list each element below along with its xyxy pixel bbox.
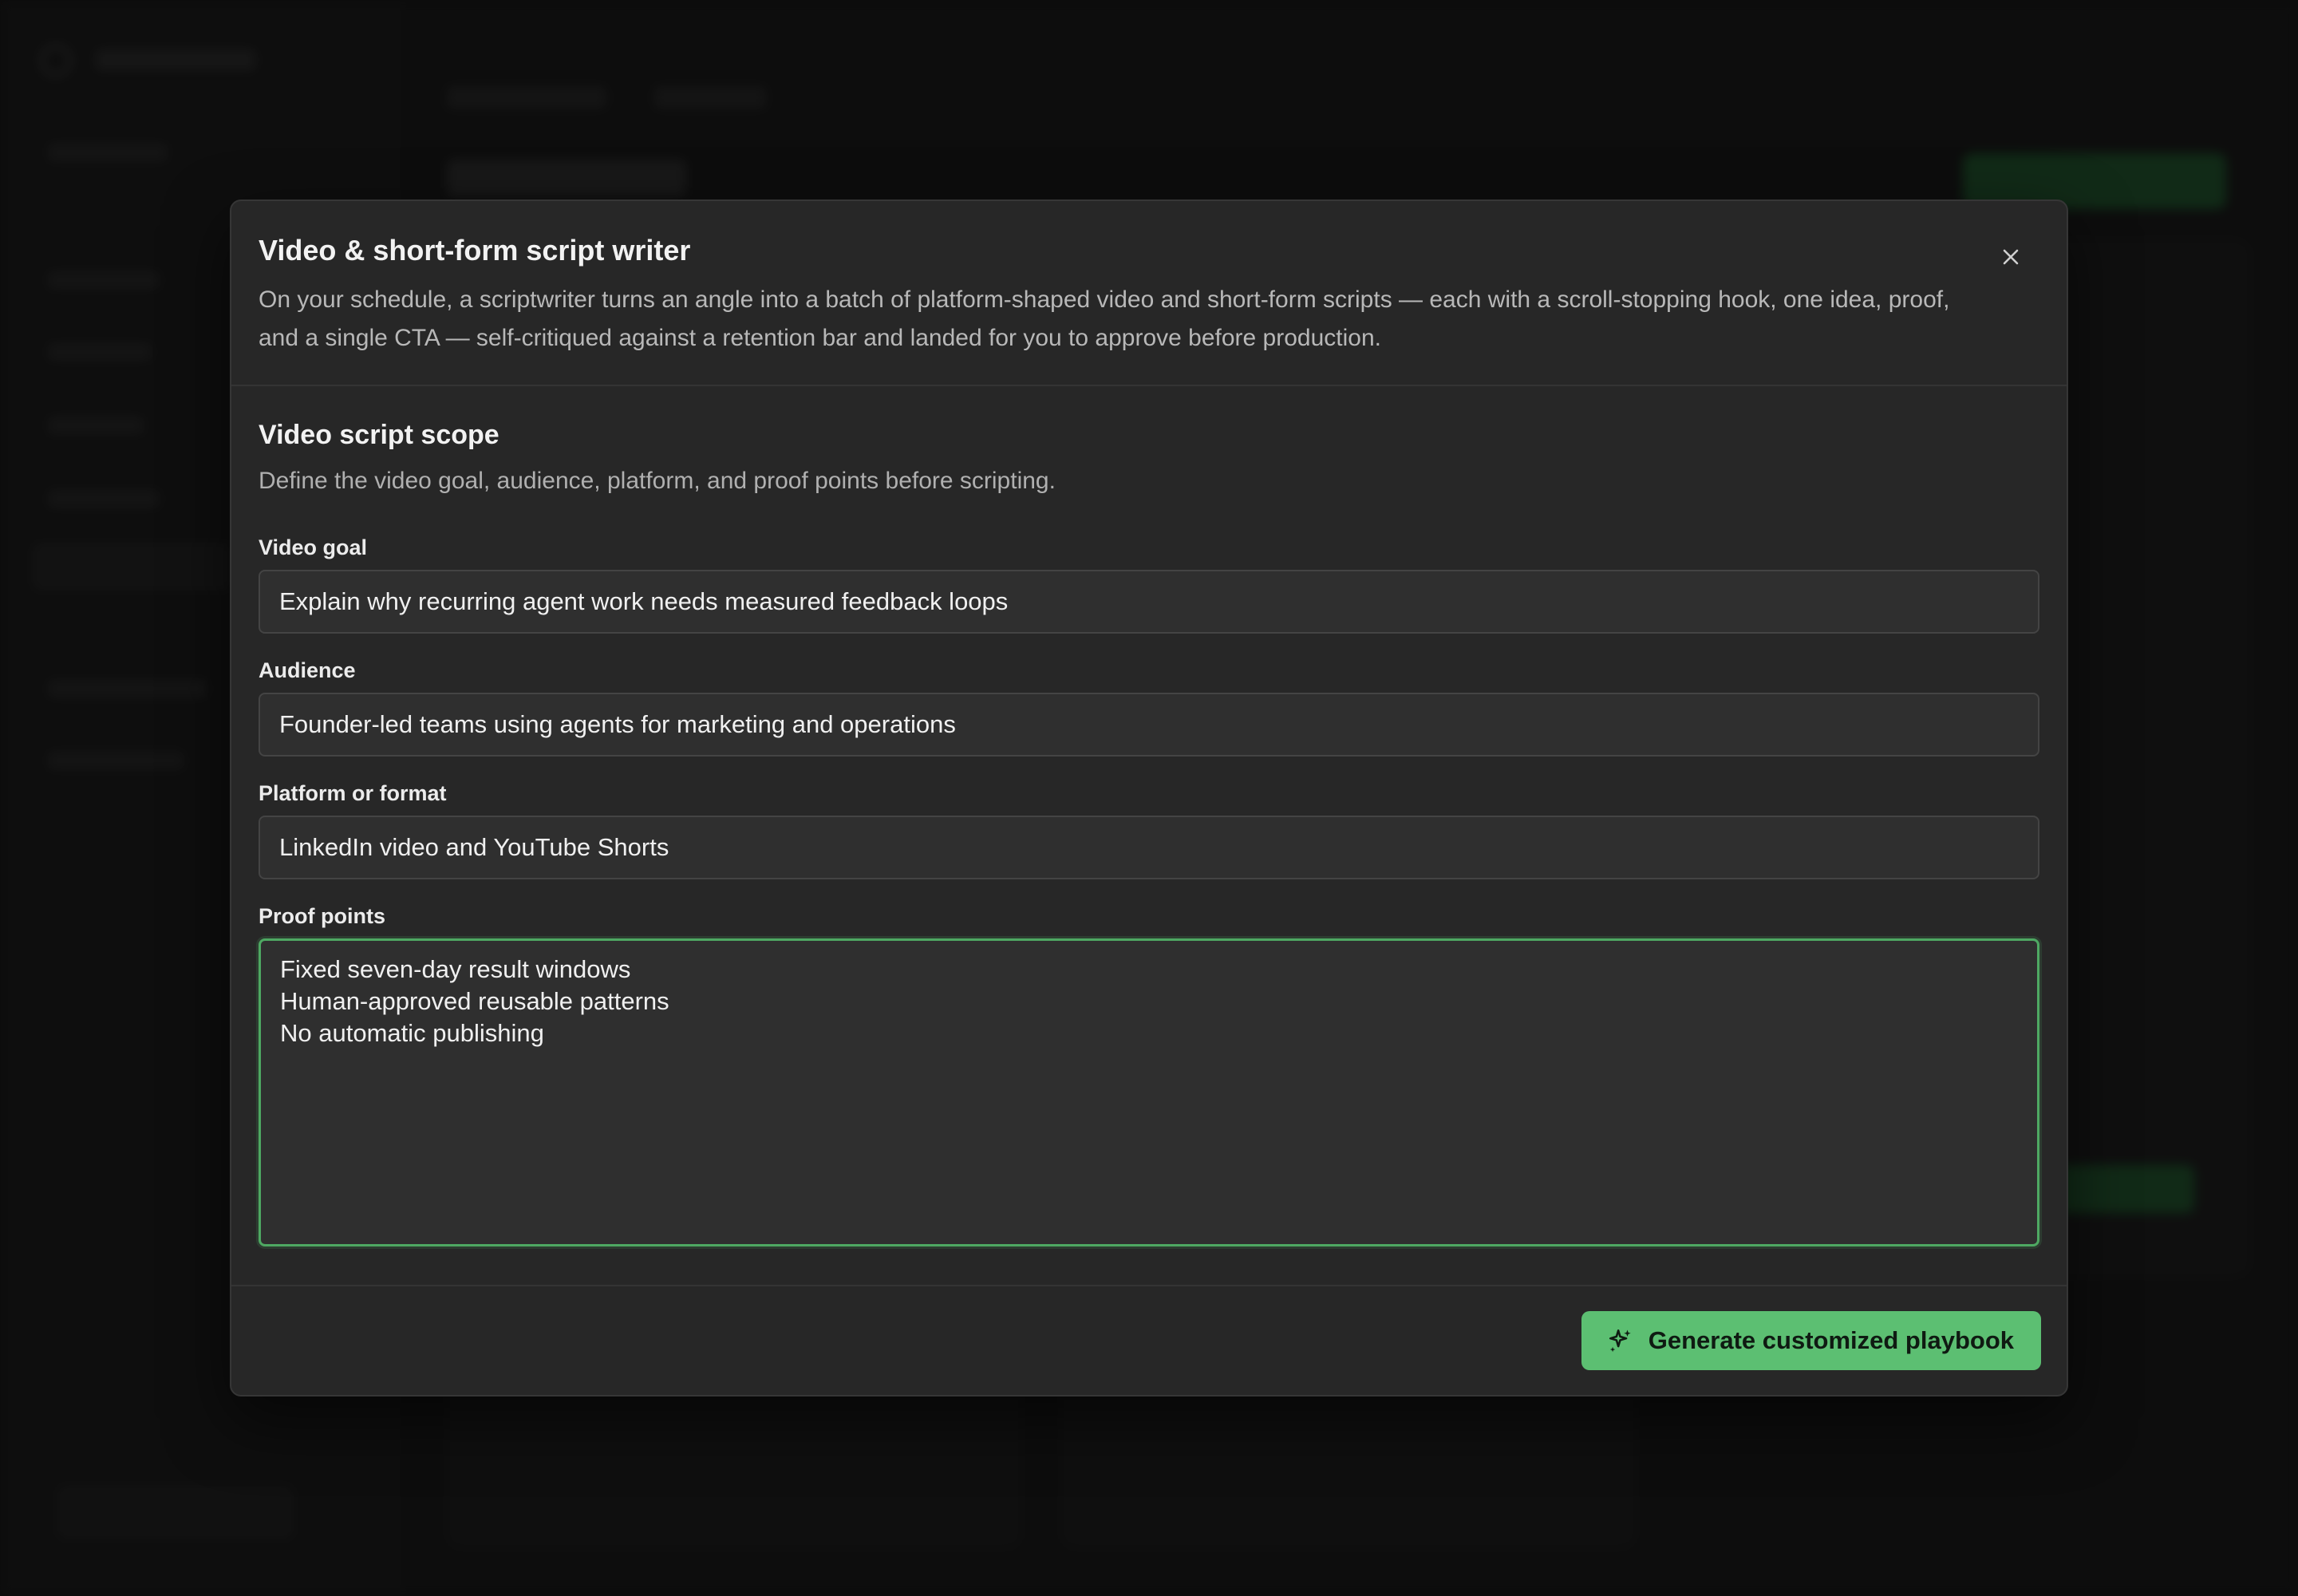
script-writer-modal: Video & short-form script writer On your… bbox=[230, 200, 2068, 1396]
proof-points-textarea[interactable]: Fixed seven-day result windows Human-app… bbox=[259, 938, 2039, 1246]
audience-field: Audience bbox=[259, 658, 2039, 757]
section-description: Define the video goal, audience, platfor… bbox=[259, 468, 1056, 494]
generate-playbook-label: Generate customized playbook bbox=[1648, 1326, 2014, 1354]
close-button[interactable] bbox=[1990, 236, 2031, 278]
modal-description: On your schedule, a scriptwriter turns a… bbox=[259, 286, 1950, 351]
video-goal-label: Video goal bbox=[259, 535, 368, 559]
proof-points-label: Proof points bbox=[259, 904, 385, 928]
sparkles-icon bbox=[1609, 1329, 1631, 1353]
video-goal-input[interactable] bbox=[259, 570, 2039, 634]
section-title: Video script scope bbox=[259, 420, 499, 450]
generate-playbook-button[interactable]: Generate customized playbook bbox=[1581, 1311, 2041, 1370]
modal-header: Video & short-form script writer On your… bbox=[231, 201, 2067, 386]
modal-footer: Generate customized playbook bbox=[231, 1285, 2067, 1395]
modal-title: Video & short-form script writer bbox=[259, 234, 691, 267]
audience-label: Audience bbox=[259, 658, 356, 682]
platform-field: Platform or format bbox=[259, 780, 2039, 879]
audience-input[interactable] bbox=[259, 693, 2039, 757]
video-goal-field: Video goal bbox=[259, 535, 2039, 634]
platform-input[interactable] bbox=[259, 816, 2039, 879]
modal-body: Video script scope Define the video goal… bbox=[231, 386, 2067, 1246]
proof-points-field: Proof points Fixed seven-day result wind… bbox=[259, 903, 2039, 1246]
platform-label: Platform or format bbox=[259, 781, 447, 805]
close-icon bbox=[2003, 249, 2019, 265]
